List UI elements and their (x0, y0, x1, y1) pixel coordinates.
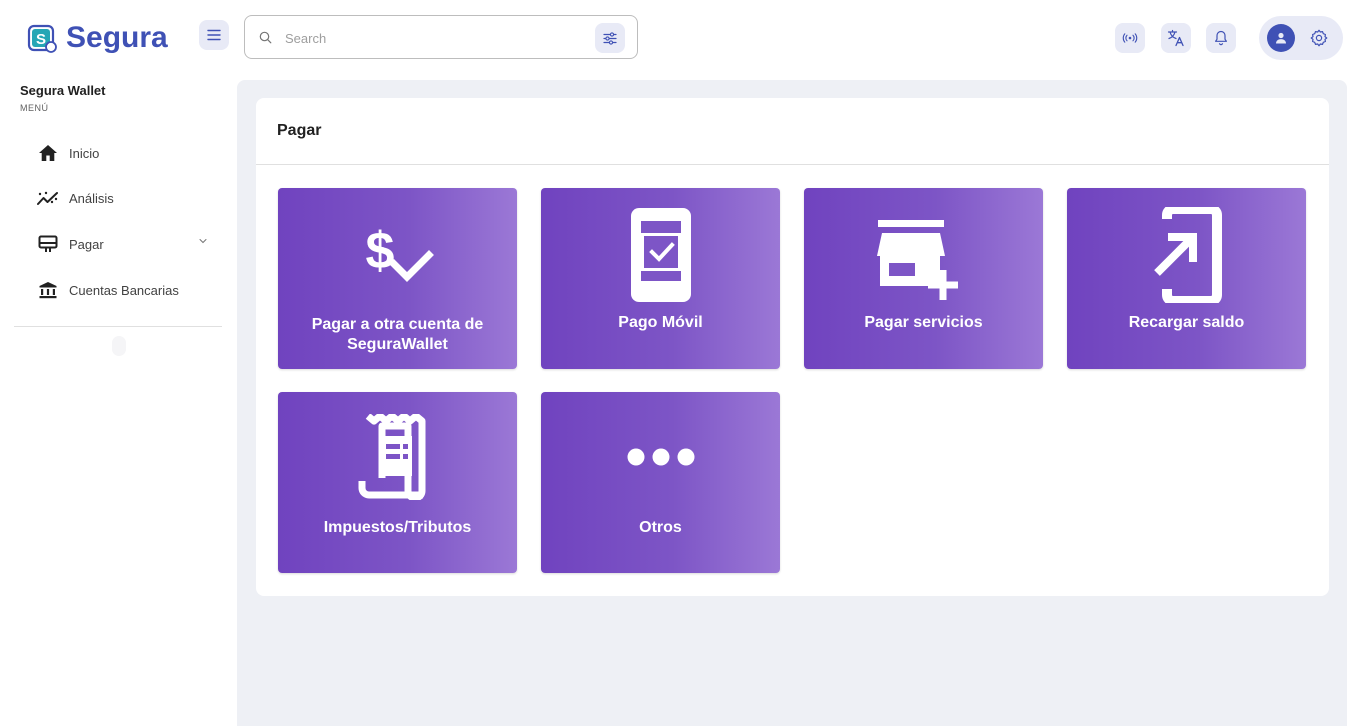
login-arrow-icon (1153, 207, 1222, 303)
filter-button[interactable] (595, 23, 625, 53)
sidebar-title: Segura Wallet (20, 83, 106, 98)
tile-label: Pagar a otra cuenta de SeguraWallet (311, 316, 484, 353)
sidebar-item-analisis[interactable]: Análisis (20, 178, 216, 218)
tile-label: Otros (639, 519, 682, 536)
chevron-down-icon[interactable] (198, 237, 208, 245)
tile-pagar-otra-cuenta[interactable]: $ Pagar a otra cuenta de SeguraWallet (278, 188, 517, 369)
top-bar: S Segura (0, 0, 1365, 78)
tile-label: Recargar saldo (1128, 314, 1245, 331)
tile-impuestos-tributos[interactable]: Impuestos/Tributos (278, 392, 517, 573)
sidebar-scroll-indicator (112, 336, 126, 356)
svg-text:S: S (36, 31, 46, 48)
sidebar-item-label: Pagar (69, 236, 104, 252)
search-icon (259, 31, 272, 44)
home-icon (36, 141, 60, 165)
logo[interactable]: S Segura (26, 20, 168, 56)
profile-chip[interactable] (1259, 16, 1343, 60)
sidebar-item-label: Inicio (69, 145, 100, 161)
tile-otros[interactable]: Otros (541, 392, 780, 573)
notifications-button[interactable] (1206, 23, 1236, 53)
tile-label: Pagar servicios (864, 314, 983, 331)
tile-label: Impuestos/Tributos (323, 519, 472, 536)
mobile-check-icon (630, 208, 691, 302)
more-horizontal-icon (627, 448, 694, 466)
tile-label: Pago Móvil (618, 314, 703, 331)
sidebar-subtitle: MENÚ (20, 103, 49, 113)
translate-icon (1167, 29, 1184, 47)
app-name: Segura (66, 21, 168, 54)
dollar-check-icon: $ (365, 222, 434, 282)
payments-card: Pagar $ Pagar a otra cuenta de SeguraWal… (256, 98, 1329, 596)
sidebar-divider (14, 326, 222, 327)
bank-icon (36, 278, 60, 302)
language-button[interactable] (1161, 23, 1191, 53)
analytics-icon (36, 186, 60, 210)
hamburger-icon (207, 29, 221, 41)
sidebar-item-label: Cuentas Bancarias (69, 282, 179, 298)
signal-icon (1122, 33, 1138, 43)
gear-icon[interactable] (1309, 28, 1329, 48)
svg-text:$: $ (365, 222, 394, 280)
sidebar-item-pagar[interactable]: Pagar (20, 224, 216, 264)
tile-pagar-servicios[interactable]: Pagar servicios (804, 188, 1043, 369)
card-divider (256, 164, 1329, 165)
sidebar-item-cuentas-bancarias[interactable]: Cuentas Bancarias (20, 270, 216, 310)
sidebar: Segura Wallet MENÚ Inicio Análisis Pagar (0, 78, 236, 726)
sidebar-item-inicio[interactable]: Inicio (20, 133, 216, 173)
sidebar-item-label: Análisis (69, 190, 114, 206)
menu-toggle-button[interactable] (199, 20, 229, 50)
payment-icon (36, 232, 60, 256)
tile-pago-movil[interactable]: Pago Móvil (541, 188, 780, 369)
search-bar (244, 15, 638, 59)
store-add-icon (876, 220, 958, 300)
avatar[interactable] (1267, 24, 1295, 52)
tile-recargar-saldo[interactable]: Recargar saldo (1067, 188, 1306, 369)
page-title: Pagar (277, 122, 322, 139)
receipt-icon (358, 414, 425, 500)
search-input[interactable] (283, 26, 587, 50)
connection-button[interactable] (1115, 23, 1145, 53)
person-icon (1276, 32, 1286, 44)
bell-icon (1215, 30, 1227, 46)
wallet-logo-icon: S (27, 24, 57, 53)
tune-icon (603, 31, 617, 45)
